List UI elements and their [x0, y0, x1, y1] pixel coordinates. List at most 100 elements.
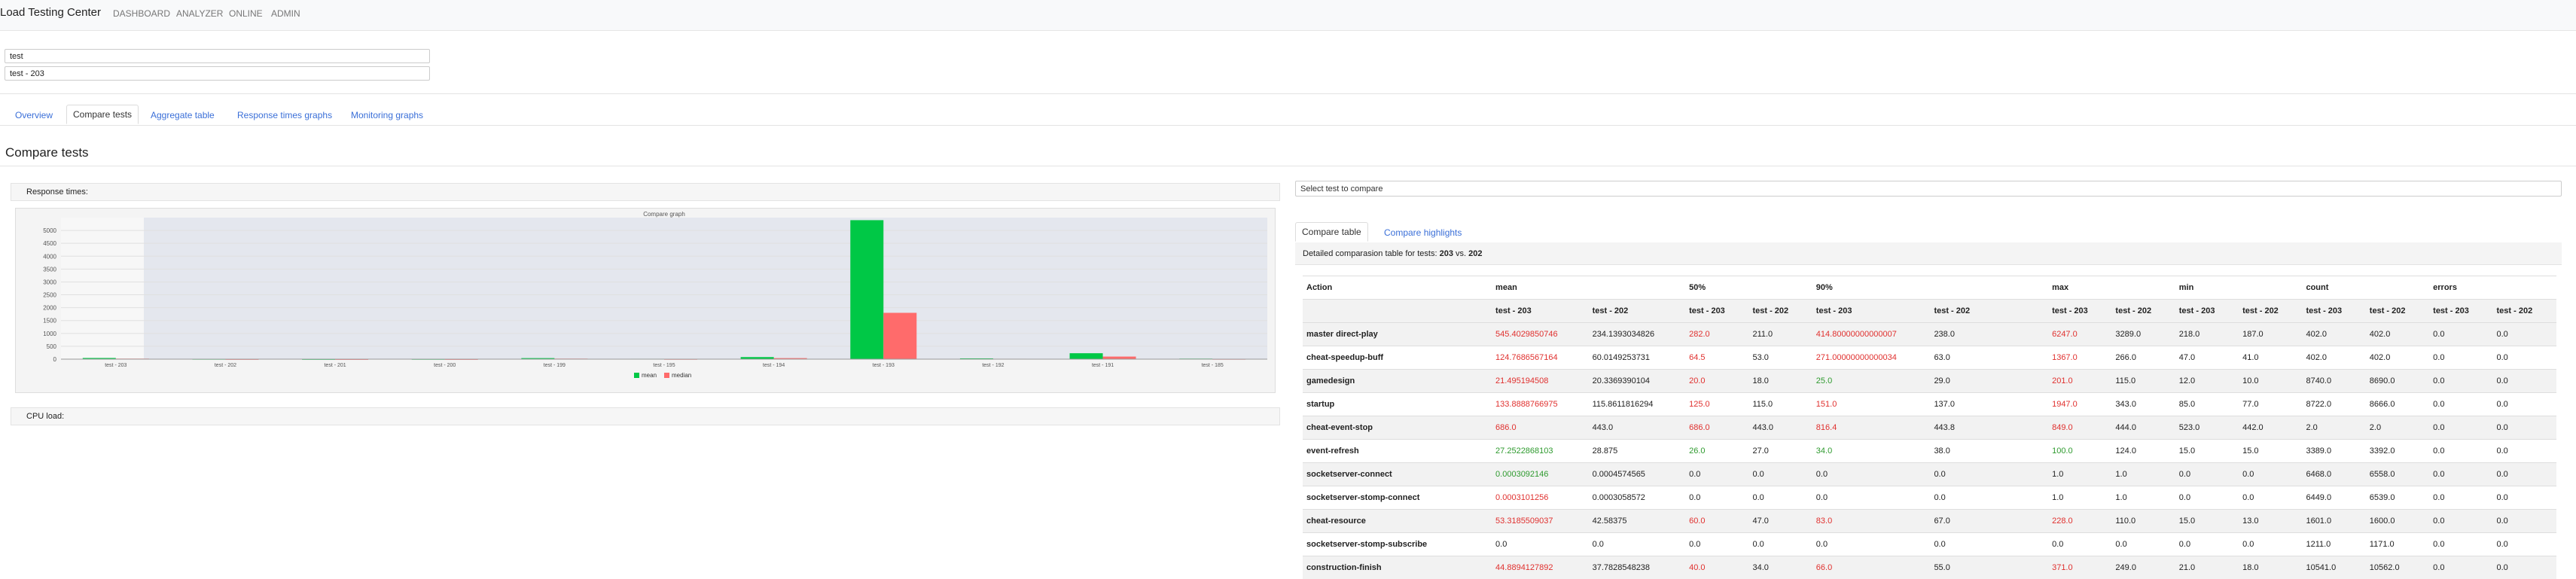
- table-cell: 8740.0: [2302, 370, 2365, 393]
- table-cell: 6247.0: [2048, 323, 2111, 346]
- table-cell: 1.0: [2048, 463, 2111, 486]
- compare-graph: Compare graph050010001500200025003000350…: [15, 208, 1276, 393]
- project-select[interactable]: test: [5, 49, 430, 63]
- table-cell: 0.0: [2493, 393, 2557, 416]
- table-cell: 0.0: [2493, 533, 2557, 556]
- sub-header-cell: test - 202: [1930, 300, 2048, 323]
- x-tick-label: test - 185: [1202, 363, 1224, 368]
- col-mean: mean: [1492, 276, 1685, 300]
- tab-monitoring-graphs[interactable]: Monitoring graphs: [351, 110, 423, 120]
- table-cell: 0.0: [2429, 370, 2492, 393]
- table-cell: 41.0: [2239, 346, 2302, 370]
- sub-header-cell: test - 203: [1812, 300, 1931, 323]
- table-cell: 55.0: [1930, 556, 2048, 579]
- nav-online[interactable]: ONLINE: [229, 8, 263, 19]
- table-cell: 0.0: [2493, 510, 2557, 533]
- tab-aggregate-table[interactable]: Aggregate table: [151, 110, 215, 120]
- tab-overview[interactable]: Overview: [15, 110, 53, 120]
- table-cell: 85.0: [2175, 393, 2239, 416]
- sub-header-cell: test - 202: [2239, 300, 2302, 323]
- y-tick-label: 5000: [43, 227, 56, 234]
- comparison-description: Detailed comparasion table for tests: 20…: [1295, 242, 2562, 265]
- table-cell: 0.0: [2239, 463, 2302, 486]
- table-cell: 0.0: [2493, 556, 2557, 579]
- table-cell: 0.0: [2429, 346, 2492, 370]
- action-name: startup: [1303, 393, 1492, 416]
- y-tick-label: 1500: [43, 318, 56, 325]
- x-tick-label: test - 200: [434, 363, 456, 368]
- col-90: 90%: [1812, 276, 2048, 300]
- table-cell: 44.8894127892: [1492, 556, 1589, 579]
- x-tick-label: test - 192: [982, 363, 1004, 368]
- tab-compare-highlights[interactable]: Compare highlights: [1384, 227, 1462, 238]
- table-cell: 443.8: [1930, 416, 2048, 440]
- table-cell: 3389.0: [2302, 440, 2365, 463]
- action-name: construction-finish: [1303, 556, 1492, 579]
- tabs-divider: [0, 125, 2576, 126]
- table-cell: 77.0: [2239, 393, 2302, 416]
- tab-response-times-graphs[interactable]: Response times graphs: [237, 110, 332, 120]
- table-cell: 60.0: [1685, 510, 1748, 533]
- table-cell: 686.0: [1492, 416, 1589, 440]
- table-cell: 402.0: [2302, 323, 2365, 346]
- compare-test-select[interactable]: Select test to compare: [1295, 181, 2562, 197]
- table-cell: 0.0: [1685, 463, 1748, 486]
- table-cell: 402.0: [2366, 323, 2429, 346]
- chart-title: Compare graph: [643, 211, 685, 218]
- y-tick-label: 4500: [43, 240, 56, 247]
- table-cell: 0.0: [2111, 533, 2175, 556]
- divider: [0, 93, 2576, 94]
- tab-compare-table[interactable]: Compare table: [1295, 222, 1368, 242]
- legend-label-mean: mean: [642, 372, 657, 379]
- table-cell: 2.0: [2302, 416, 2365, 440]
- y-tick-label: 0: [53, 356, 57, 363]
- table-cell: 0.0: [2493, 486, 2557, 510]
- action-name: master direct-play: [1303, 323, 1492, 346]
- table-cell: 0.0: [1685, 486, 1748, 510]
- brand[interactable]: Load Testing Center: [0, 6, 101, 19]
- col-min: min: [2175, 276, 2303, 300]
- table-cell: 8666.0: [2366, 393, 2429, 416]
- table-cell: 38.0: [1930, 440, 2048, 463]
- table-cell: 0.0: [1748, 533, 1812, 556]
- test-select[interactable]: test - 203: [5, 66, 430, 81]
- table-cell: 0.0: [1930, 486, 2048, 510]
- table-cell: 1.0: [2111, 463, 2175, 486]
- table-cell: 0.0: [2429, 393, 2492, 416]
- nav-dashboard[interactable]: DASHBOARD: [113, 8, 170, 19]
- table-row: socketserver-stomp-subscribe0.00.00.00.0…: [1303, 533, 2556, 556]
- legend-swatch-mean: [634, 373, 639, 378]
- table-cell: 1171.0: [2366, 533, 2429, 556]
- table-cell: 282.0: [1685, 323, 1748, 346]
- table-cell: 53.3185509037: [1492, 510, 1589, 533]
- sub-header-cell: test - 202: [2366, 300, 2429, 323]
- table-row: construction-finish44.889412789237.78285…: [1303, 556, 2556, 579]
- table-cell: 1.0: [2111, 486, 2175, 510]
- table-cell: 20.0: [1685, 370, 1748, 393]
- table-cell: 60.0149253731: [1589, 346, 1686, 370]
- response-times-label: Response times:: [26, 187, 88, 197]
- table-cell: 6539.0: [2366, 486, 2429, 510]
- sub-header-cell: test - 202: [2111, 300, 2175, 323]
- table-cell: 0.0: [2429, 440, 2492, 463]
- table-cell: 371.0: [2048, 556, 2111, 579]
- table-cell: 0.0: [2493, 463, 2557, 486]
- table-cell: 0.0: [2175, 486, 2239, 510]
- table-cell: 0.0003058572: [1589, 486, 1686, 510]
- col-action: Action: [1303, 276, 1492, 300]
- bar-median: [1103, 357, 1136, 359]
- table-row: cheat-event-stop686.0443.0686.0443.0816.…: [1303, 416, 2556, 440]
- table-cell: 8722.0: [2302, 393, 2365, 416]
- table-cell: 266.0: [2111, 346, 2175, 370]
- sub-header-cell: test - 202: [1748, 300, 1812, 323]
- tab-compare-tests[interactable]: Compare tests: [66, 105, 139, 124]
- x-tick-label: test - 193: [873, 363, 895, 368]
- nav-analyzer[interactable]: ANALYZER: [176, 8, 223, 19]
- table-cell: 8690.0: [2366, 370, 2429, 393]
- table-cell: 18.0: [1748, 370, 1812, 393]
- sub-header-cell: test - 203: [1492, 300, 1589, 323]
- table-cell: 3392.0: [2366, 440, 2429, 463]
- table-cell: 18.0: [2239, 556, 2302, 579]
- table-cell: 187.0: [2239, 323, 2302, 346]
- nav-admin[interactable]: ADMIN: [271, 8, 300, 19]
